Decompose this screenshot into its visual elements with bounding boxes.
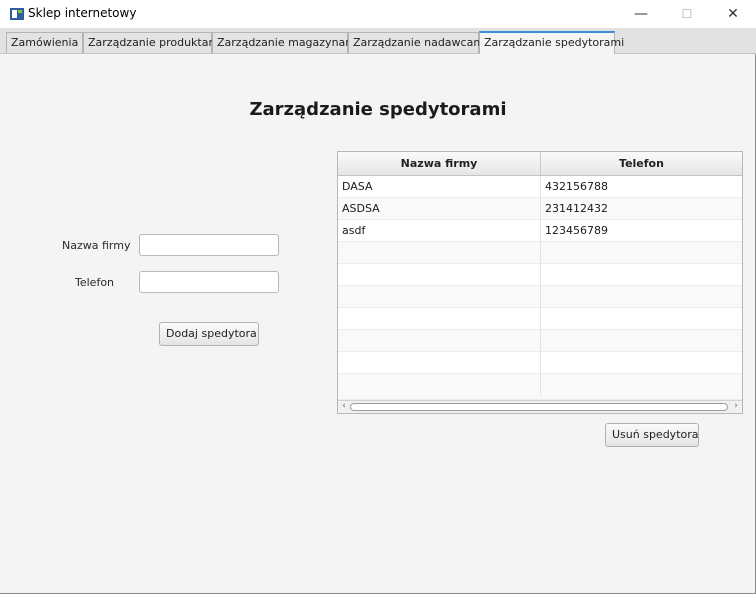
tab-zarzadzanie-produktami[interactable]: Zarządzanie produktami	[83, 32, 222, 53]
cell-phone: 123456789	[545, 224, 608, 237]
phone-input[interactable]	[139, 271, 279, 293]
column-header-company[interactable]: Nazwa firmy	[338, 152, 541, 176]
horizontal-scrollbar[interactable]: ‹ ›	[338, 400, 742, 413]
forwarders-table: Nazwa firmy Telefon DASA 432156788 ASDSA…	[337, 151, 743, 414]
empty-row	[338, 264, 742, 286]
column-header-phone[interactable]: Telefon	[541, 152, 742, 176]
scroll-thumb[interactable]	[350, 403, 728, 411]
cell-company: asdf	[338, 220, 541, 242]
table-row[interactable]: DASA 432156788	[338, 176, 742, 198]
maximize-button[interactable]: ☐	[664, 0, 710, 28]
table-header: Nazwa firmy Telefon	[338, 152, 742, 176]
empty-row	[338, 330, 742, 352]
company-name-input[interactable]	[139, 234, 279, 256]
empty-row	[338, 352, 742, 374]
tab-zarzadzanie-nadawcami[interactable]: Zarządzanie nadawcami	[348, 32, 487, 53]
window-title: Sklep internetowy	[28, 6, 137, 20]
empty-row	[338, 286, 742, 308]
company-name-label: Nazwa firmy	[62, 239, 131, 252]
table-row[interactable]: ASDSA 231412432	[338, 198, 742, 220]
empty-row	[338, 242, 742, 264]
minimize-button[interactable]: —	[618, 0, 664, 28]
tab-zarzadzanie-spedytorami[interactable]: Zarządzanie spedytorami	[479, 31, 624, 54]
tab-zamowienia[interactable]: Zamówienia	[6, 32, 83, 53]
add-forwarder-button[interactable]: Dodaj spedytora	[159, 322, 259, 346]
phone-label: Telefon	[75, 276, 115, 289]
tab-zarzadzanie-magazynami[interactable]: Zarządzanie magazynami	[212, 32, 359, 53]
scroll-right-icon[interactable]: ›	[730, 401, 742, 413]
delete-forwarder-button[interactable]: Usuń spedytora	[605, 423, 699, 447]
cell-company: DASA	[338, 176, 541, 198]
close-button[interactable]: ✕	[710, 0, 756, 28]
cell-phone: 231412432	[545, 202, 608, 215]
app-window: Sklep internetowy — ☐ ✕ Zamówienia Zarzą…	[0, 0, 756, 594]
app-icon	[10, 8, 24, 20]
page-title: Zarządzanie spedytorami	[249, 99, 507, 120]
tab-bar: Zamówienia Zarządzanie produktami Zarząd…	[0, 28, 756, 54]
empty-row	[338, 374, 742, 400]
title-bar: Sklep internetowy — ☐ ✕	[0, 0, 756, 28]
table-row[interactable]: asdf 123456789	[338, 220, 742, 242]
scroll-left-icon[interactable]: ‹	[338, 401, 350, 413]
cell-phone: 432156788	[545, 180, 608, 193]
cell-company: ASDSA	[338, 198, 541, 220]
empty-row	[338, 308, 742, 330]
